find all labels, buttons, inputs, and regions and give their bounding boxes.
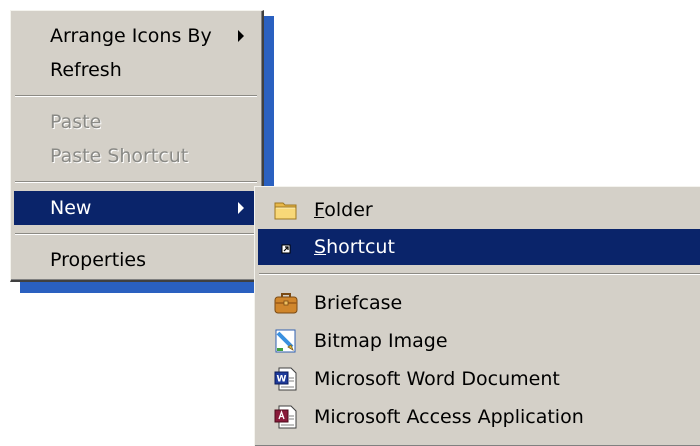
menu-separator — [15, 181, 257, 183]
desktop-context-menu: Arrange Icons By Refresh Paste Paste Sho… — [10, 10, 264, 282]
menu-item-label: Microsoft Access Application — [314, 406, 584, 428]
menu-separator — [15, 233, 257, 235]
menu-item-label: Arrange Icons By — [50, 25, 212, 47]
submenu-item-bitmap-image[interactable]: Bitmap Image — [258, 323, 700, 359]
menu-separator — [259, 273, 700, 275]
word-document-icon: W — [273, 366, 299, 392]
menu-item-paste-shortcut: Paste Shortcut — [14, 139, 258, 173]
menu-item-label: Bitmap Image — [314, 330, 448, 352]
bitmap-image-icon — [273, 328, 299, 354]
menu-separator — [15, 95, 257, 97]
menu-item-label: Paste Shortcut — [50, 145, 189, 167]
access-application-icon — [273, 404, 299, 430]
submenu-item-folder[interactable]: Folder — [258, 193, 700, 227]
menu-item-label: New — [50, 197, 92, 219]
menu-item-new[interactable]: New — [14, 191, 258, 225]
menu-item-label: Paste — [50, 111, 102, 133]
shortcut-icon — [273, 234, 299, 260]
briefcase-icon — [273, 290, 299, 316]
submenu-arrow-icon — [238, 202, 244, 214]
submenu-item-briefcase[interactable]: Briefcase — [258, 285, 700, 321]
menu-item-label: Folder — [314, 199, 373, 221]
menu-item-arrange-icons-by[interactable]: Arrange Icons By — [14, 19, 258, 53]
submenu-item-access-application[interactable]: Microsoft Access Application — [258, 399, 700, 435]
submenu-item-shortcut[interactable]: Shortcut — [258, 229, 700, 265]
menu-item-label: Properties — [50, 249, 147, 271]
folder-icon — [273, 197, 299, 223]
menu-item-properties[interactable]: Properties — [14, 243, 258, 277]
menu-item-paste: Paste — [14, 105, 258, 139]
menu-item-label: Microsoft Word Document — [314, 368, 560, 390]
menu-item-refresh[interactable]: Refresh — [14, 53, 258, 87]
menu-item-label: Refresh — [50, 59, 122, 81]
menu-item-label: Briefcase — [314, 292, 403, 314]
submenu-item-word-document[interactable]: W Microsoft Word Document — [258, 361, 700, 397]
submenu-arrow-icon — [238, 30, 244, 42]
menu-item-label: Shortcut — [314, 236, 395, 258]
svg-text:W: W — [277, 375, 287, 385]
new-submenu: Folder Shortcut Briefcase Bitmap Image W… — [254, 186, 700, 446]
